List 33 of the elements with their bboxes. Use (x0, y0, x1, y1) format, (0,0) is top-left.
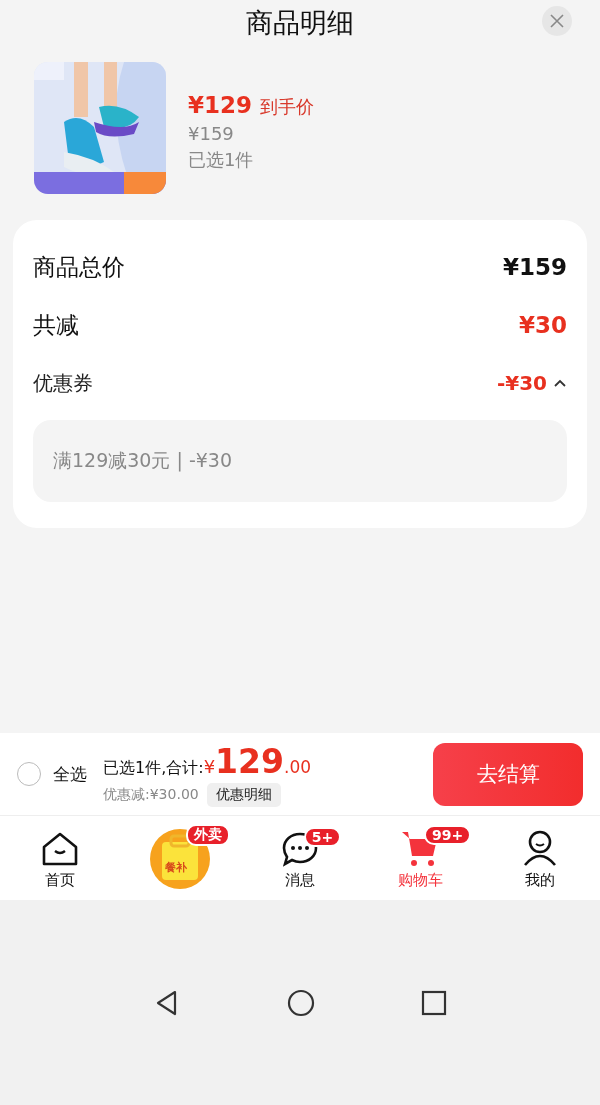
summary-value: -¥30 (496, 371, 547, 395)
selected-count: 已选1件 (188, 148, 255, 172)
sheet-title: 商品明细 (246, 5, 354, 40)
deal-price: ¥129 (188, 92, 252, 118)
discount-detail-button[interactable]: 优惠明细 (206, 782, 281, 807)
summary-label: 共减 (33, 310, 79, 340)
home-icon[interactable] (41, 831, 79, 867)
recents-icon[interactable] (421, 989, 447, 1016)
tab-label[interactable]: 首页 (45, 871, 75, 890)
summary-label: 优惠券 (33, 369, 93, 397)
summary-value: ¥30 (519, 312, 567, 338)
summary-label: 商品总价 (33, 252, 125, 282)
original-price: ¥159 (188, 123, 235, 144)
select-all-label[interactable]: 全选 (53, 762, 87, 786)
icon-label: 餐补 (165, 860, 187, 875)
home-circle-icon[interactable] (287, 988, 315, 1017)
discount-text: 优惠减:¥30.00 (103, 785, 199, 804)
badge: 99+ (424, 825, 472, 845)
chevron-up-icon[interactable] (553, 378, 567, 388)
price-label: 到手价 (260, 95, 314, 119)
badge: 5+ (303, 827, 342, 847)
tab-label[interactable]: 我的 (525, 871, 555, 890)
coupon-detail: 满129减30元 | -¥30 (33, 420, 567, 502)
total-amount: ¥129.00 (203, 741, 312, 781)
close-icon (550, 14, 564, 28)
checkout-button[interactable]: 去结算 (433, 742, 583, 806)
tab-label[interactable]: 购物车 (397, 871, 443, 890)
close-button[interactable] (542, 6, 572, 36)
tab-label[interactable]: 消息 (285, 871, 315, 890)
summary-value: ¥159 (503, 254, 567, 280)
total-label: 已选1件,合计: (103, 757, 204, 779)
badge: 外卖 (186, 824, 231, 846)
profile-icon[interactable] (522, 829, 558, 867)
